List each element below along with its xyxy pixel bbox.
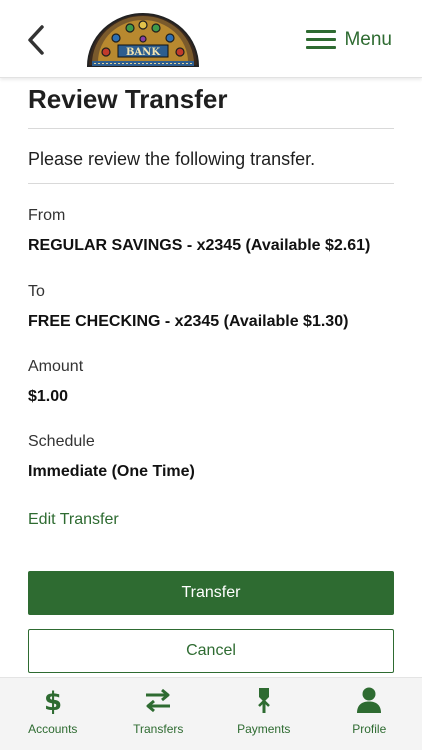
chevron-left-icon <box>28 25 44 55</box>
to-label: To <box>28 283 45 300</box>
instructions-text: Please review the following transfer. <box>28 149 316 169</box>
cancel-button[interactable]: Cancel <box>28 629 394 673</box>
amount-label: Amount <box>28 358 84 375</box>
tab-label: Payments <box>237 722 291 736</box>
tab-payments[interactable]: Payments <box>211 678 317 750</box>
svg-text:$: $ <box>44 687 62 714</box>
from-value: REGULAR SAVINGS - x2345 (Available $2.61… <box>28 237 371 254</box>
page-title: Review Transfer <box>28 84 228 114</box>
tab-profile[interactable]: Profile <box>317 678 422 750</box>
payments-icon <box>249 686 279 714</box>
schedule-value: Immediate (One Time) <box>28 463 195 480</box>
person-icon <box>354 686 384 714</box>
schedule-label: Schedule <box>28 433 95 450</box>
transfer-button[interactable]: Transfer <box>28 571 394 615</box>
edit-transfer-link[interactable]: Edit Transfer <box>28 511 119 529</box>
amount-value: $1.00 <box>28 388 69 405</box>
tab-accounts[interactable]: $ Accounts <box>0 678 106 750</box>
app-header: BANK Menu <box>0 0 422 78</box>
from-label: From <box>28 207 66 224</box>
swap-arrows-icon <box>143 686 173 714</box>
tab-label: Accounts <box>28 722 78 736</box>
to-value: FREE CHECKING - x2345 (Available $1.30) <box>28 313 349 330</box>
instructions-divider <box>28 183 394 184</box>
title-divider <box>28 128 394 129</box>
back-button[interactable] <box>22 22 52 58</box>
menu-button[interactable]: Menu <box>306 26 392 54</box>
menu-label: Menu <box>344 29 392 50</box>
tab-label: Profile <box>352 722 387 736</box>
logo-text: BANK <box>126 47 160 58</box>
dollar-icon: $ <box>38 686 68 714</box>
bottom-tab-bar: $ Accounts Transfers Payments Profile <box>0 677 422 750</box>
tab-label: Transfers <box>133 722 184 736</box>
bank-logo: BANK <box>86 12 200 68</box>
tab-transfers[interactable]: Transfers <box>106 678 212 750</box>
hamburger-icon <box>306 29 337 51</box>
